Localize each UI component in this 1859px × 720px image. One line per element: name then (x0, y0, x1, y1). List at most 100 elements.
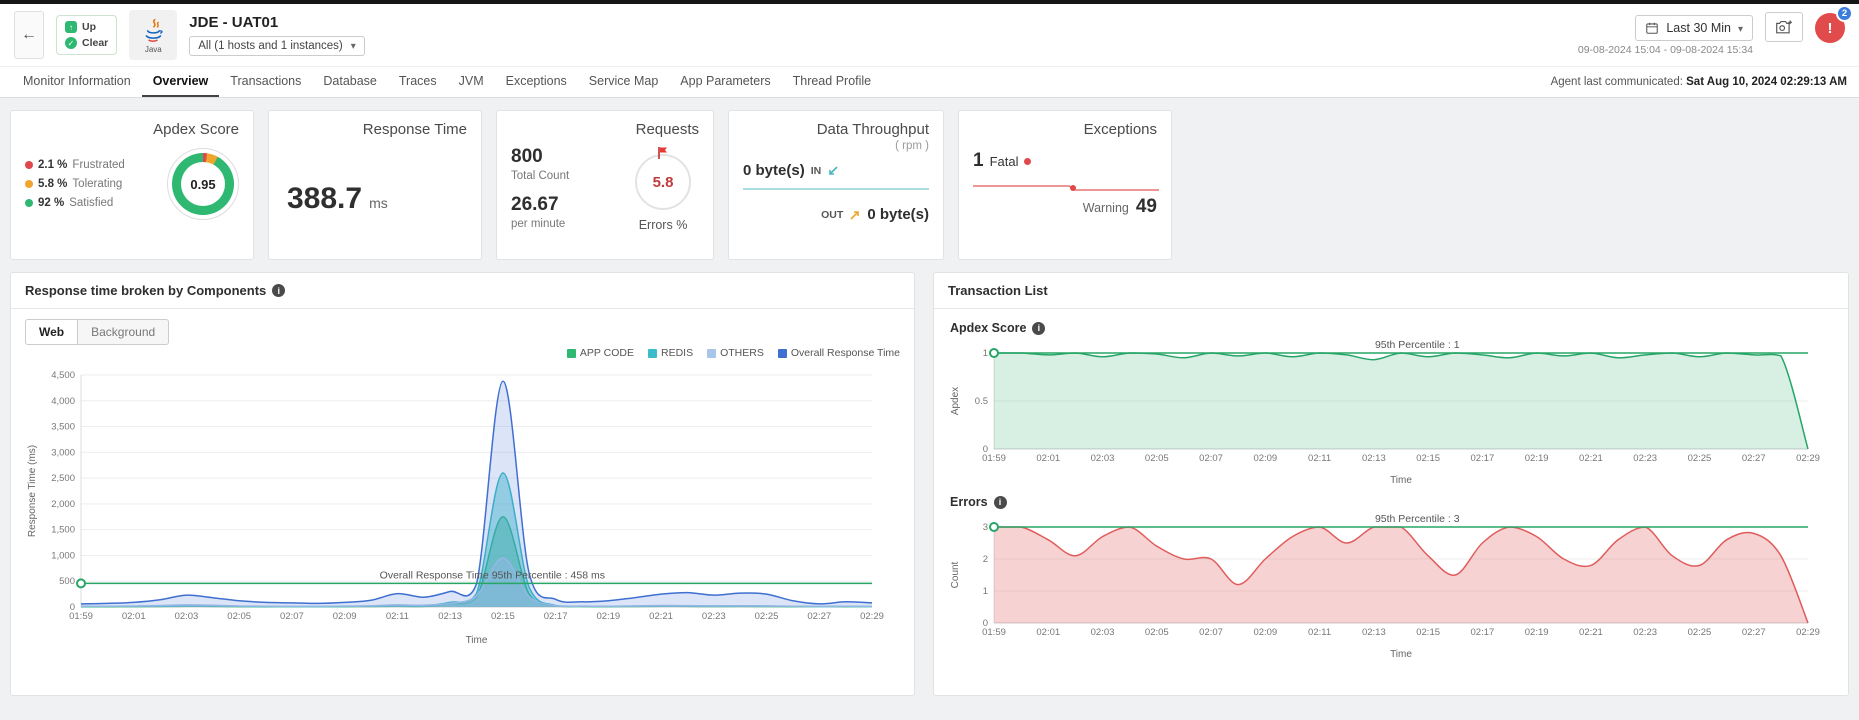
svg-text:Time: Time (466, 635, 488, 646)
svg-text:02:13: 02:13 (1362, 453, 1386, 464)
card-title: Data Throughput (743, 121, 929, 138)
response-time-number: 388.7 (287, 182, 362, 216)
apdex-legend-item: 2.1 %Frustrated (25, 159, 125, 171)
tab-app-parameters[interactable]: App Parameters (669, 67, 781, 97)
svg-text:02:11: 02:11 (1308, 453, 1331, 464)
apdex-section-label: Apdex Score (950, 321, 1834, 335)
tab-database[interactable]: Database (312, 67, 388, 97)
tab-monitor-information[interactable]: Monitor Information (12, 67, 142, 97)
back-button[interactable] (14, 11, 44, 59)
svg-text:02:21: 02:21 (649, 611, 673, 622)
scope-selector[interactable]: All (1 hosts and 1 instances) (189, 36, 365, 56)
legend-item: Overall Response Time (778, 347, 900, 359)
svg-text:02:23: 02:23 (1633, 453, 1657, 464)
apdex-body: 2.1 %Frustrated5.8 %Tolerating92 %Satisf… (25, 148, 239, 220)
svg-text:02:27: 02:27 (1742, 627, 1766, 638)
tab-exceptions[interactable]: Exceptions (495, 67, 578, 97)
scope-selector-label: All (1 hosts and 1 instances) (198, 40, 342, 52)
svg-text:02:15: 02:15 (1416, 627, 1440, 638)
tab-traces[interactable]: Traces (388, 67, 448, 97)
chevron-down-icon (1738, 21, 1743, 35)
tab-thread-profile[interactable]: Thread Profile (782, 67, 883, 97)
agent-last-communicated-time: Sat Aug 10, 2024 02:29:13 AM (1686, 76, 1847, 88)
info-icon[interactable] (1032, 322, 1045, 335)
errors-percent-label: Errors % (639, 218, 688, 232)
transaction-panel-body: Apdex Score 00.5101:5902:0102:0302:0502:… (934, 309, 1848, 671)
toggle-background[interactable]: Background (77, 319, 169, 345)
svg-text:01:59: 01:59 (982, 453, 1006, 464)
screenshot-button[interactable] (1765, 12, 1803, 42)
transaction-panel-title: Transaction List (948, 283, 1048, 298)
svg-text:02:25: 02:25 (1688, 453, 1712, 464)
chevron-down-icon (351, 40, 356, 52)
fatal-dot-icon (1024, 158, 1031, 165)
svg-text:02:27: 02:27 (807, 611, 831, 622)
svg-text:02:03: 02:03 (175, 611, 199, 622)
legend-dot-icon (25, 199, 33, 207)
legend-swatch-icon (778, 349, 787, 358)
svg-text:Response Time (ms): Response Time (ms) (27, 445, 38, 537)
tab-overview[interactable]: Overview (142, 67, 220, 97)
apdex-gauge-ring: 0.95 (172, 153, 234, 215)
apdex-gauge: 0.95 (167, 148, 239, 220)
svg-text:02:11: 02:11 (386, 611, 409, 622)
transaction-panel-header: Transaction List (934, 273, 1848, 309)
card-title: Exceptions (973, 121, 1157, 138)
calendar-icon (1645, 21, 1659, 35)
svg-text:02:17: 02:17 (1471, 453, 1495, 464)
svg-text:02:09: 02:09 (1253, 627, 1277, 638)
svg-text:02:09: 02:09 (1253, 453, 1277, 464)
svg-text:02:11: 02:11 (1308, 627, 1331, 638)
back-arrow-icon (21, 26, 37, 44)
svg-text:Time: Time (1390, 475, 1412, 486)
alerts-button[interactable]: 2 (1815, 13, 1845, 43)
svg-text:02:13: 02:13 (438, 611, 462, 622)
svg-text:0.5: 0.5 (975, 396, 988, 407)
svg-text:02:13: 02:13 (1362, 627, 1386, 638)
alert-count-badge: 2 (1836, 5, 1853, 22)
tab-transactions[interactable]: Transactions (219, 67, 312, 97)
errors-section-label: Errors (950, 495, 1834, 509)
data-throughput-card: Data Throughput ( rpm ) 0 byte(s) IN OUT… (728, 110, 944, 260)
components-chart: 05001,0001,5002,0002,5003,0003,5004,0004… (25, 361, 900, 647)
errors-percent-gauge: 5.8 Errors % (627, 146, 699, 242)
requests-rate-label: per minute (511, 218, 569, 230)
response-time-unit: ms (369, 195, 388, 211)
fatal-label: Fatal (990, 154, 1019, 169)
svg-text:02:25: 02:25 (1688, 627, 1712, 638)
components-panel-title: Response time broken by Components (25, 283, 266, 298)
svg-text:95th Percentile : 3: 95th Percentile : 3 (1375, 513, 1460, 525)
time-range-block: Last 30 Min 09-08-2024 15:04 - 09-08-202… (1578, 15, 1753, 56)
svg-text:1,000: 1,000 (51, 550, 75, 561)
svg-text:02:23: 02:23 (702, 611, 726, 622)
svg-text:4,000: 4,000 (51, 396, 75, 407)
throughput-in-row: 0 byte(s) IN (743, 162, 929, 179)
fatal-count: 1 (973, 150, 984, 172)
tab-jvm[interactable]: JVM (448, 67, 495, 97)
camera-icon (1775, 19, 1793, 35)
time-range-selector[interactable]: Last 30 Min (1635, 15, 1753, 41)
legend-swatch-icon (648, 349, 657, 358)
info-icon[interactable] (994, 496, 1007, 509)
requests-rate-value: 26.67 (511, 194, 569, 216)
svg-text:02:17: 02:17 (1471, 627, 1495, 638)
requests-total-label: Total Count (511, 170, 569, 182)
tab-service-map[interactable]: Service Map (578, 67, 669, 97)
svg-text:3,000: 3,000 (51, 447, 75, 458)
svg-text:Count: Count (950, 561, 961, 588)
throughput-out-row: OUT 0 byte(s) (743, 206, 929, 223)
toggle-web[interactable]: Web (25, 319, 78, 345)
web-background-toggle: WebBackground (25, 319, 169, 345)
svg-text:02:05: 02:05 (1145, 627, 1169, 638)
card-title: Response Time (283, 121, 467, 138)
throughput-in-sparkline (743, 188, 929, 190)
requests-counts: 800 Total Count 26.67 per minute (511, 146, 569, 242)
svg-text:95th Percentile : 1: 95th Percentile : 1 (1375, 339, 1460, 351)
error-flag-icon (657, 146, 669, 159)
svg-text:02:23: 02:23 (1633, 627, 1657, 638)
time-range-dates: 09-08-2024 15:04 - 09-08-2024 15:34 (1578, 44, 1753, 56)
svg-text:02:15: 02:15 (1416, 453, 1440, 464)
throughput-unit-label: ( rpm ) (743, 140, 929, 152)
info-icon[interactable] (272, 284, 285, 297)
legend-dot-icon (25, 161, 33, 169)
